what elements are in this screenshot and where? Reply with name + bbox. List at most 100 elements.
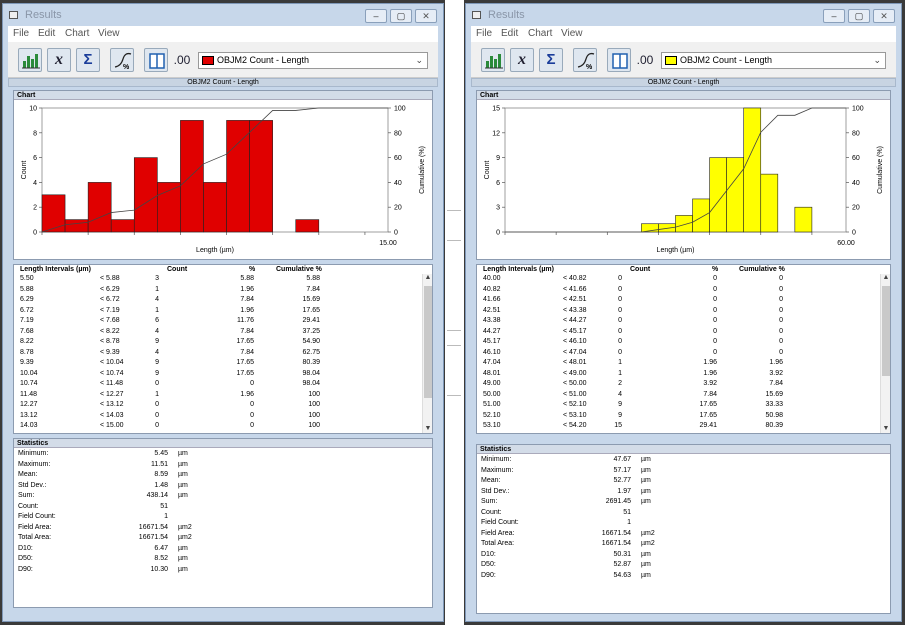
close-button[interactable]: ✕ xyxy=(873,9,895,23)
menu-chart[interactable]: Chart xyxy=(528,28,552,39)
results-window-right[interactable]: Results – ▢ ✕ File Edit Chart View x Σ% .00 OBJM2 C… xyxy=(465,3,902,622)
stat-row: Sum: 2691.45 µm xyxy=(481,496,886,507)
menu-view[interactable]: View xyxy=(561,28,583,39)
scrollbar-thumb[interactable] xyxy=(882,286,890,376)
table-row[interactable]: 13.12 < 14.03 0 0 100 xyxy=(14,411,422,420)
menu-edit[interactable]: Edit xyxy=(38,28,55,39)
menu-edit[interactable]: Edit xyxy=(501,28,518,39)
table-row[interactable]: 7.68 < 8.22 4 7.84 37.25 xyxy=(14,327,422,336)
table-cell: 1.96 xyxy=(240,285,254,293)
table-cell: 43.38 xyxy=(483,317,501,324)
table-row[interactable]: 40.82 < 41.66 0 0 0 xyxy=(477,285,880,294)
table-row[interactable]: 6.72 < 7.19 1 1.96 17.65 xyxy=(14,306,422,315)
percent-header[interactable]: % xyxy=(249,265,255,274)
menu-view[interactable]: View xyxy=(98,28,120,39)
table-row[interactable]: 8.78 < 9.39 4 7.84 62.75 xyxy=(14,348,422,357)
layout-split-button[interactable] xyxy=(144,48,168,72)
table-cell: 4 xyxy=(618,390,622,398)
window-title: Results xyxy=(25,9,62,21)
table-row[interactable]: 5.88 < 6.29 1 1.96 7.84 xyxy=(14,285,422,294)
scroll-up-icon[interactable]: ▲ xyxy=(423,274,432,281)
length-intervals-header[interactable]: Length Intervals (µm) xyxy=(483,265,554,274)
sum-button[interactable]: Σ xyxy=(539,48,563,72)
minimize-button[interactable]: – xyxy=(365,9,387,23)
table-row[interactable]: 44.27 < 45.17 0 0 0 xyxy=(477,327,880,336)
table-row[interactable]: 43.38 < 44.27 0 0 0 xyxy=(477,316,880,325)
table-scrollbar[interactable]: ▲ ▼ xyxy=(422,274,432,433)
stat-label: Field Area: xyxy=(481,529,515,537)
statistics-panel: Statistics Minimum: 47.67 µm Maximum: 57.17 µm… xyxy=(476,444,891,614)
table-cell: 1 xyxy=(155,390,159,398)
table-row[interactable]: 42.51 < 43.38 0 0 0 xyxy=(477,306,880,315)
table-row[interactable]: 52.10 < 53.10 9 17.65 50.98 xyxy=(477,411,880,420)
count-header[interactable]: Count xyxy=(630,265,650,274)
dataset-select[interactable]: OBJM2 Count - Length ⌄ xyxy=(661,52,886,69)
stat-label: Field Count: xyxy=(18,513,56,520)
maximize-button[interactable]: ▢ xyxy=(848,9,870,23)
cumulative-header[interactable]: Cumulative % xyxy=(276,265,322,274)
table-row[interactable]: 50.00 < 51.00 4 7.84 15.69 xyxy=(477,390,880,399)
cumulative-percent-button[interactable]: % xyxy=(110,48,134,72)
layout-split-button[interactable] xyxy=(607,48,631,72)
sum-button[interactable]: Σ xyxy=(76,48,100,72)
table-scrollbar[interactable]: ▲ ▼ xyxy=(880,274,890,433)
table-row[interactable]: 49.00 < 50.00 2 3.92 7.84 xyxy=(477,379,880,388)
table-row[interactable]: 9.39 < 10.04 9 17.65 80.39 xyxy=(14,358,422,367)
title-bar[interactable]: Results – ▢ ✕ xyxy=(3,4,443,26)
table-cell: 0 xyxy=(618,348,622,356)
table-row[interactable]: 10.74 < 11.48 0 0 98.04 xyxy=(14,379,422,388)
cumulative-header[interactable]: Cumulative % xyxy=(739,265,785,274)
maximize-button[interactable]: ▢ xyxy=(390,9,412,23)
cumulative-percent-button[interactable]: % xyxy=(573,48,597,72)
menu-file[interactable]: File xyxy=(476,28,492,39)
scroll-up-icon[interactable]: ▲ xyxy=(881,274,890,281)
table-row[interactable]: 41.66 < 42.51 0 0 0 xyxy=(477,295,880,304)
table-row[interactable]: 47.04 < 48.01 1 1.96 1.96 xyxy=(477,358,880,367)
decimal-places-button[interactable]: .00 xyxy=(632,48,658,72)
y-tick-label: 10 xyxy=(29,106,37,113)
table-row[interactable]: 7.19 < 7.68 6 11.76 29.41 xyxy=(14,316,422,325)
menu-file[interactable]: File xyxy=(13,28,29,39)
intervals-table: Length Intervals (µm) Count% Cumulative % 4… xyxy=(476,264,891,434)
histogram-chart-button[interactable] xyxy=(18,48,42,72)
table-row[interactable]: 5.50 < 5.88 3 5.88 5.88 xyxy=(14,274,422,283)
percent-header[interactable]: % xyxy=(712,265,718,274)
table-row[interactable]: 53.10 < 54.20 15 29.41 80.39 xyxy=(477,421,880,430)
count-header[interactable]: Count xyxy=(167,265,187,274)
table-cell: 80.39 xyxy=(765,422,783,429)
table-row[interactable]: 48.01 < 49.00 1 1.96 3.92 xyxy=(477,369,880,378)
histogram-chart-button[interactable] xyxy=(481,48,505,72)
table-row[interactable]: 8.22 < 8.78 9 17.65 54.90 xyxy=(14,337,422,346)
table-row[interactable]: 45.17 < 46.10 0 0 0 xyxy=(477,337,880,346)
y-tick-label: 2 xyxy=(33,205,37,212)
scroll-down-icon[interactable]: ▼ xyxy=(881,425,890,432)
results-window-left[interactable]: Results – ▢ ✕ File Edit Chart View x Σ% .00 OBJM2 C… xyxy=(2,3,444,622)
table-row[interactable]: 6.29 < 6.72 4 7.84 15.69 xyxy=(14,295,422,304)
table-row[interactable]: 11.48 < 12.27 1 1.96 100 xyxy=(14,390,422,399)
dataset-select[interactable]: OBJM2 Count - Length ⌄ xyxy=(198,52,428,69)
table-row[interactable]: 46.10 < 47.04 0 0 0 xyxy=(477,348,880,357)
histogram-chart: 0246810020406080100Count Cumulative (%)Le… xyxy=(21,106,426,255)
table-row[interactable]: 14.03 < 15.00 0 0 100 xyxy=(14,421,422,430)
scroll-down-icon[interactable]: ▼ xyxy=(423,425,432,432)
minimize-button[interactable]: – xyxy=(823,9,845,23)
stat-unit: µm xyxy=(178,481,188,489)
menu-chart[interactable]: Chart xyxy=(65,28,89,39)
table-row[interactable]: 40.00 < 40.82 0 0 0 xyxy=(477,274,880,283)
table-cell: 15.69 xyxy=(765,390,783,398)
histogram-bar xyxy=(675,215,693,233)
table-row[interactable]: 12.27 < 13.12 0 0 100 xyxy=(14,400,422,409)
decimal-places-button[interactable]: .00 xyxy=(169,48,195,72)
table-row[interactable]: 10.04 < 10.74 9 17.65 98.04 xyxy=(14,369,422,378)
layout-panel-icon xyxy=(612,53,628,69)
table-cell: 29.41 xyxy=(302,317,320,324)
table-row[interactable]: 51.00 < 52.10 9 17.65 33.33 xyxy=(477,400,880,409)
length-intervals-header[interactable]: Length Intervals (µm) xyxy=(20,265,91,274)
variable-x-button[interactable]: x xyxy=(47,48,71,72)
title-bar[interactable]: Results – ▢ ✕ xyxy=(466,4,901,26)
y-tick-label: 15 xyxy=(492,106,500,113)
scrollbar-thumb[interactable] xyxy=(424,286,432,398)
close-button[interactable]: ✕ xyxy=(415,9,437,23)
variable-x-button[interactable]: x xyxy=(510,48,534,72)
bar-chart-icon xyxy=(485,54,503,69)
